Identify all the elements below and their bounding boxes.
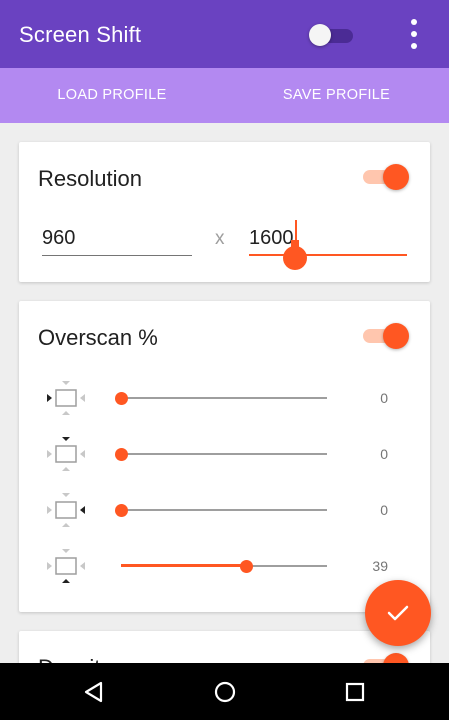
overscan-row-left: 0	[19, 378, 430, 418]
apply-button[interactable]	[365, 580, 431, 646]
overscan-card: Overscan % 0 0 0 39	[19, 301, 430, 612]
app-title: Screen Shift	[19, 22, 142, 47]
resolution-title: Resolution	[38, 166, 142, 191]
recents-icon[interactable]	[340, 677, 370, 707]
overscan-bottom-value: 39	[372, 558, 388, 574]
text-cursor-handle[interactable]	[283, 240, 307, 270]
width-input[interactable]: 960	[42, 226, 192, 256]
resolution-card: Resolution 960 x 1600	[19, 142, 430, 282]
slider-knob[interactable]	[240, 560, 253, 573]
overscan-row-top: 0	[19, 434, 430, 474]
profile-bar: LOAD PROFILE SAVE PROFILE	[0, 68, 449, 123]
system-nav-bar	[0, 663, 449, 720]
save-profile-button[interactable]: SAVE PROFILE	[224, 68, 449, 123]
height-value: 1600	[249, 227, 294, 249]
app-bar: Screen Shift	[0, 0, 449, 68]
overscan-bottom-icon	[47, 549, 85, 583]
overscan-left-icon	[47, 381, 85, 415]
overscan-bottom-slider[interactable]	[121, 560, 329, 573]
slider-knob[interactable]	[115, 392, 128, 405]
overscan-top-slider[interactable]	[115, 448, 329, 461]
overscan-right-value: 0	[380, 502, 388, 518]
overscan-left-value: 0	[380, 390, 388, 406]
overscan-title: Overscan %	[38, 325, 158, 350]
overscan-toggle[interactable]	[363, 323, 409, 349]
slider-knob[interactable]	[115, 448, 128, 461]
check-icon	[387, 605, 409, 621]
overscan-row-right: 0	[19, 490, 430, 530]
load-profile-button[interactable]: LOAD PROFILE	[0, 68, 224, 123]
back-icon[interactable]	[79, 677, 109, 707]
master-switch[interactable]	[309, 24, 355, 46]
overscan-top-value: 0	[380, 446, 388, 462]
resolution-separator: x	[215, 228, 225, 249]
overscan-right-slider[interactable]	[115, 504, 329, 517]
slider-knob[interactable]	[115, 504, 128, 517]
resolution-toggle[interactable]	[363, 164, 409, 190]
overscan-top-icon	[47, 437, 85, 471]
overflow-menu-icon[interactable]	[404, 18, 424, 50]
overscan-left-slider[interactable]	[115, 392, 329, 405]
overscan-right-icon	[47, 493, 85, 527]
slider-fill	[121, 564, 246, 567]
height-input[interactable]: 1600	[249, 220, 407, 270]
home-icon[interactable]	[210, 677, 240, 707]
width-value: 960	[42, 227, 76, 249]
